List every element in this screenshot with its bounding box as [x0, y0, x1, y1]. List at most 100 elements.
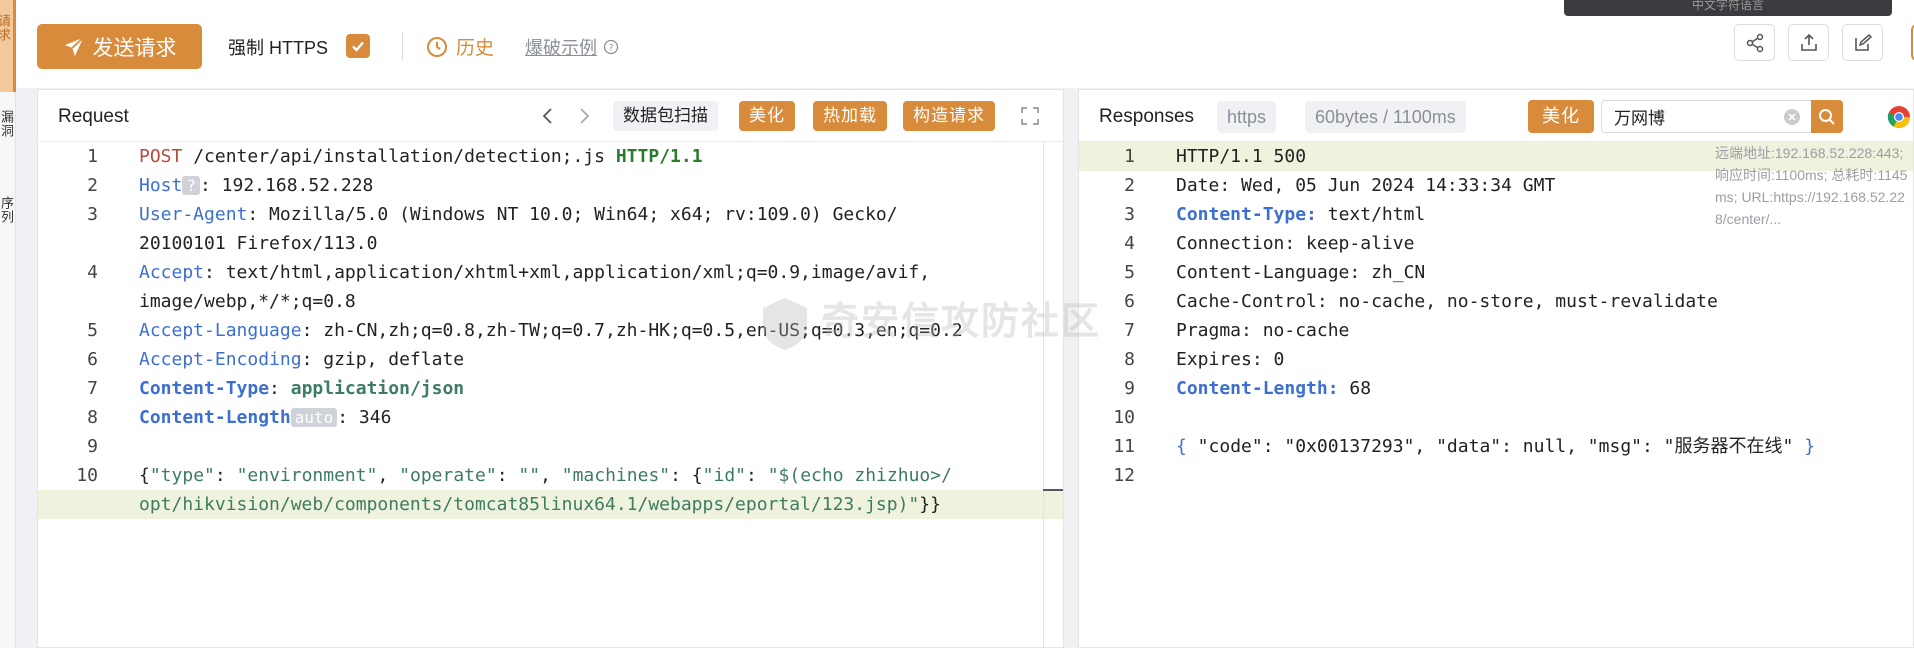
- code-token: ,: [377, 465, 400, 486]
- line-text: Content-Language: zh_CN: [1135, 258, 1425, 287]
- top-banner: 中文字符语言: [1564, 0, 1892, 16]
- code-token: Content-Language: zh_CN: [1176, 262, 1426, 283]
- line-number: 8: [1124, 349, 1135, 370]
- chevron-left-icon: [542, 108, 552, 124]
- line-text: Connection: keep-alive: [1135, 229, 1414, 258]
- code-token: Date: Wed, 05 Jun 2024 14:33:34 GMT: [1176, 175, 1556, 196]
- search-icon: [1819, 108, 1835, 125]
- share-button[interactable]: [1734, 24, 1775, 61]
- code-token: opt/hikvision/web/components/tomcat85lin…: [139, 494, 920, 515]
- request-editor[interactable]: 1 POST /center/api/installation/detection…: [38, 142, 1063, 647]
- packet-scan-button[interactable]: 数据包扫描: [613, 101, 718, 131]
- line-text: Accept-Language: zh-CN,zh;q=0.8,zh-TW;q=…: [98, 316, 963, 345]
- response-line: 9 Content-Length: 68: [1079, 374, 1913, 403]
- export-button[interactable]: [1788, 24, 1829, 61]
- line-number: 1: [87, 146, 98, 167]
- hotload-button[interactable]: 热加载: [813, 101, 887, 131]
- rail-tab-vuln[interactable]: 漏洞: [0, 110, 16, 166]
- help-icon: ?: [603, 39, 619, 55]
- code-token: text/html: [1316, 204, 1426, 225]
- line-text: Content-Type: text/html: [1135, 200, 1425, 229]
- code-token: Content-Length: [139, 407, 291, 428]
- response-meta: 远端地址:192.168.52.228:443; 响应时间:1100ms; 总耗…: [1715, 145, 1908, 227]
- request-line: 7 Content-Type: application/json: [38, 374, 1063, 403]
- code-token: image/webp,*/*;q=0.8: [139, 291, 356, 312]
- line-number: 11: [1113, 436, 1135, 457]
- line-text: Expires: 0: [1135, 345, 1284, 374]
- line-number: 2: [87, 175, 98, 196]
- code-token: "operate": [399, 465, 497, 486]
- response-beautify-button[interactable]: 美化: [1528, 100, 1594, 133]
- request-scrollbar-thumb[interactable]: [1043, 489, 1063, 491]
- force-https-checkbox[interactable]: [346, 34, 370, 58]
- chrome-icon[interactable]: [1887, 105, 1911, 129]
- line-text: [1135, 403, 1176, 432]
- rail-tab-sequence[interactable]: 序列: [0, 196, 16, 256]
- upload-icon: [1800, 33, 1817, 51]
- expand-icon[interactable]: [1018, 104, 1042, 128]
- send-request-button[interactable]: 发送请求: [37, 24, 202, 69]
- size-time-tag: 60bytes / 1100ms: [1305, 101, 1466, 133]
- line-number: 10: [1113, 407, 1135, 428]
- line-text: [98, 432, 139, 461]
- request-header: Request 数据包扫描 美化 热加载 构造请求: [38, 90, 1063, 142]
- code-token: {: [139, 465, 150, 486]
- clear-icon[interactable]: [1783, 108, 1801, 126]
- prev-button[interactable]: [536, 103, 558, 129]
- request-scrollbar-track[interactable]: [1043, 142, 1044, 647]
- search-button[interactable]: [1811, 100, 1843, 133]
- code-token: HTTP/1.1 500: [1176, 146, 1307, 167]
- rail-tab-request[interactable]: 请求: [0, 0, 16, 92]
- code-token: {: [1176, 436, 1187, 457]
- code-token: POST: [139, 146, 183, 167]
- code-token: : zh-CN,zh;q=0.8,zh-TW;q=0.7,zh-HK;q=0.5…: [301, 320, 963, 341]
- code-token: Accept-Encoding: [139, 349, 302, 370]
- line-number: 5: [1124, 262, 1135, 283]
- line-text: Content-Type: application/json: [98, 374, 464, 403]
- toolbar: 发送请求 强制 HTTPS 历史 爆破示例 ? 中文字符语言: [16, 0, 1914, 88]
- code-token: 68: [1338, 378, 1372, 399]
- line-number: 6: [87, 349, 98, 370]
- code-token: Content-Length:: [1176, 378, 1339, 399]
- next-button[interactable]: [574, 103, 596, 129]
- edit-icon: [1854, 33, 1872, 51]
- response-line: 4 Connection: keep-alive: [1079, 229, 1913, 258]
- inline-badge: ?: [182, 176, 200, 195]
- line-number: 12: [1113, 465, 1135, 486]
- line-number: [38, 490, 98, 519]
- left-rail: 请求 漏洞 序列: [0, 0, 16, 648]
- send-request-label: 发送请求: [92, 36, 177, 60]
- code-token: User-Agent: [139, 204, 248, 225]
- build-request-button[interactable]: 构造请求: [903, 101, 995, 131]
- request-line: 20100101 Firefox/113.0: [38, 229, 1063, 258]
- code-token: Accept-Language: [139, 320, 302, 341]
- app-window: 请求 漏洞 序列 发送请求 强制 HTTPS 历史 爆破示例 ? 中文字符语言: [0, 0, 1914, 648]
- line-text: Accept-Encoding: gzip, deflate: [98, 345, 464, 374]
- request-beautify-button[interactable]: 美化: [739, 101, 795, 131]
- line-text: POST /center/api/installation/detection;…: [98, 142, 703, 171]
- code-token: Content-Type: [139, 378, 270, 399]
- code-token: : {: [670, 465, 703, 486]
- line-text: Host?: 192.168.52.228: [98, 171, 373, 200]
- line-number: [38, 229, 98, 258]
- code-token: Cache-Control: no-cache, no-store, must-…: [1176, 291, 1718, 312]
- edit-button[interactable]: [1842, 24, 1883, 61]
- response-line: 5 Content-Language: zh_CN: [1079, 258, 1913, 287]
- line-number: 3: [1124, 204, 1135, 225]
- code-token: "id": [702, 465, 746, 486]
- code-token: Connection: keep-alive: [1176, 233, 1415, 254]
- response-filter-input[interactable]: [1602, 101, 1772, 132]
- code-token: }}: [919, 494, 941, 515]
- request-line: image/webp,*/*;q=0.8: [38, 287, 1063, 316]
- chevron-right-icon: [580, 108, 590, 124]
- code-token: :: [746, 465, 768, 486]
- response-title: Responses: [1099, 106, 1195, 127]
- code-token: application/json: [290, 378, 465, 399]
- code-token: :: [269, 378, 291, 399]
- bruteforce-example-link[interactable]: 爆破示例 ?: [525, 34, 619, 60]
- code-token: Expires: 0: [1176, 349, 1285, 370]
- history-button[interactable]: 历史: [426, 33, 494, 60]
- history-label: 历史: [456, 38, 495, 59]
- code-token: Content-Type:: [1176, 204, 1317, 225]
- code-token: : Mozilla/5.0 (Windows NT 10.0; Win64; x…: [247, 204, 898, 225]
